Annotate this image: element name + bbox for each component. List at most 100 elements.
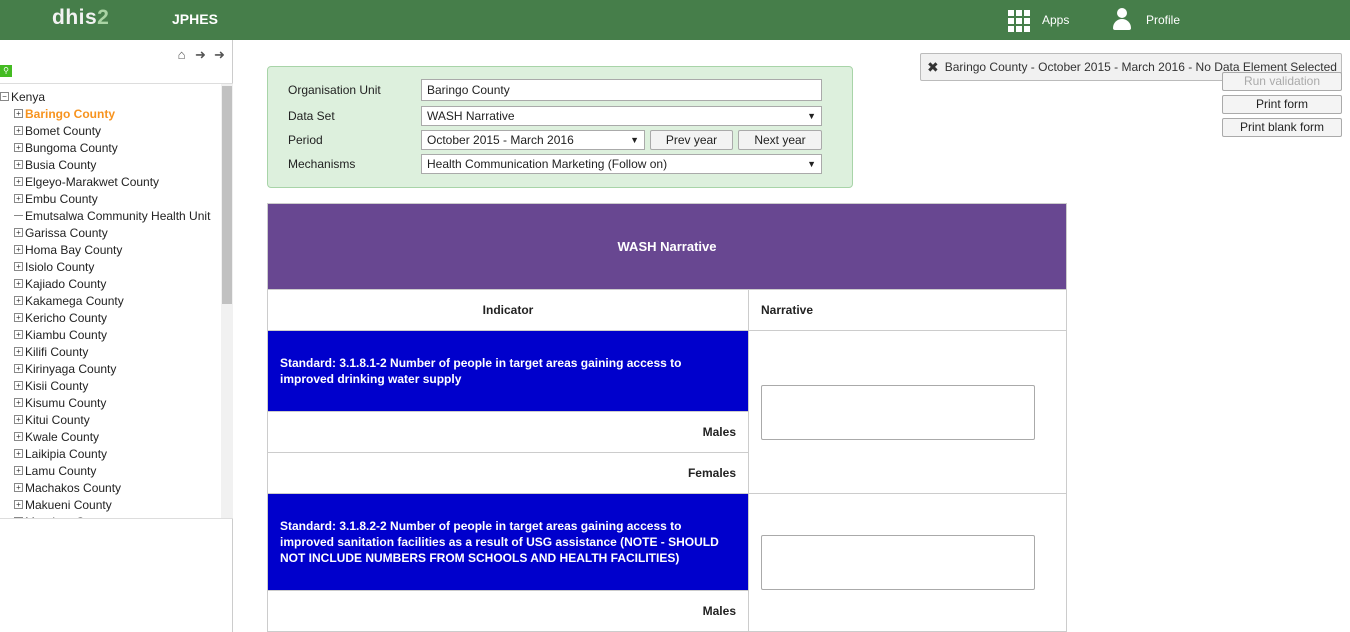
expand-icon[interactable]: + [14,364,23,373]
expand-icon[interactable]: + [14,313,23,322]
females-row-label: Females [267,452,749,494]
tree-item-label[interactable]: Kiambu County [25,328,107,342]
expand-icon[interactable]: + [14,449,23,458]
tree-item[interactable]: + Kiambu County [0,326,220,343]
mechanisms-select[interactable]: Health Communication Marketing (Follow o… [421,154,822,174]
expand-icon[interactable]: + [14,517,23,518]
tree-item-label[interactable]: Kitui County [25,413,90,427]
expand-icon[interactable]: + [14,483,23,492]
tree-item[interactable]: + Laikipia County [0,445,220,462]
tree-item-label[interactable]: Baringo County [25,107,115,121]
scroll-thumb[interactable] [222,86,232,304]
tree-item-label[interactable]: Makueni County [25,498,112,512]
collapse-icon[interactable]: − [0,92,9,101]
tree-item[interactable]: + Bungoma County [0,139,220,156]
dataset-row: Data Set WASH Narrative ▼ [288,106,822,126]
forward-arrow-icon[interactable]: ➜ [213,47,226,63]
org-unit-field[interactable]: Baringo County [421,79,822,101]
expand-icon[interactable]: + [14,160,23,169]
tree-root-label[interactable]: Kenya [11,90,45,104]
apps-menu-button[interactable]: Apps [1008,8,1069,32]
tree-item-label[interactable]: Mandera County [25,515,114,519]
expand-icon[interactable]: + [14,279,23,288]
tree-item[interactable]: + Busia County [0,156,220,173]
expand-icon[interactable]: + [14,177,23,186]
tree-item-label[interactable]: Kajiado County [25,277,106,291]
tree-item-label[interactable]: Isiolo County [25,260,94,274]
tree-item[interactable]: + Kericho County [0,309,220,326]
tree-item-label[interactable]: Bungoma County [25,141,118,155]
expand-icon[interactable]: + [14,500,23,509]
tree-item[interactable]: + Garissa County [0,224,220,241]
tree-item[interactable]: + Kitui County [0,411,220,428]
tree-item[interactable]: + Lamu County [0,462,220,479]
expand-icon[interactable]: + [14,228,23,237]
tree-item[interactable]: + Kakamega County [0,292,220,309]
expand-icon[interactable]: + [14,109,23,118]
tree-item[interactable]: + Bomet County [0,122,220,139]
run-validation-button[interactable]: Run validation [1222,72,1342,91]
tree-root-item[interactable]: − Kenya [0,88,220,105]
tree-item[interactable]: + Kisumu County [0,394,220,411]
expand-icon[interactable]: + [14,126,23,135]
tree-item-label[interactable]: Kirinyaga County [25,362,116,376]
tree-item[interactable]: +Mandera County [0,513,220,519]
expand-icon[interactable]: + [14,415,23,424]
tree-item[interactable]: + Elgeyo-Marakwet County [0,173,220,190]
narrative-textarea[interactable] [761,535,1035,590]
tree-item-label[interactable]: Emutsalwa Community Health Unit [25,209,210,223]
next-year-button[interactable]: Next year [738,130,822,150]
tree-item[interactable]: + Makueni County [0,496,220,513]
narrative-textarea[interactable] [761,384,1035,440]
expand-icon[interactable]: + [14,194,23,203]
tree-item-label[interactable]: Garissa County [25,226,108,240]
tree-item[interactable]: + Homa Bay County [0,241,220,258]
search-icon[interactable]: ⚲ [0,65,12,77]
tree-item[interactable]: + Baringo County [0,105,220,122]
tree-item[interactable]: + Kilifi County [0,343,220,360]
tree-item-label[interactable]: Kakamega County [25,294,124,308]
dataset-select[interactable]: WASH Narrative ▼ [421,106,822,126]
tree-item-label[interactable]: Embu County [25,192,98,206]
tree-item-label[interactable]: Laikipia County [25,447,107,461]
expand-icon[interactable]: + [14,398,23,407]
expand-icon[interactable]: + [14,381,23,390]
tree-item-label[interactable]: Kilifi County [25,345,88,359]
back-arrow-icon[interactable]: ➜ [194,47,207,63]
expand-icon[interactable]: + [14,347,23,356]
expand-icon[interactable]: + [14,466,23,475]
tree-item-label[interactable]: Kisii County [25,379,88,393]
prev-year-button[interactable]: Prev year [650,130,733,150]
tree-scrollbar[interactable] [221,84,233,518]
tree-item-label[interactable]: Lamu County [25,464,96,478]
expand-icon[interactable]: + [14,245,23,254]
expand-icon[interactable]: + [14,296,23,305]
close-icon[interactable]: ✖ [927,59,939,76]
profile-menu-button[interactable]: Profile [1112,8,1180,32]
dhis2-logo[interactable]: dhis2 [52,6,109,30]
tree-item-label[interactable]: Homa Bay County [25,243,122,257]
tree-item[interactable]: + Machakos County [0,479,220,496]
home-icon[interactable]: ⌂ [175,47,188,63]
tree-item-label[interactable]: Bomet County [25,124,101,138]
tree-item[interactable]: + Kisii County [0,377,220,394]
print-blank-form-button[interactable]: Print blank form [1222,118,1342,137]
expand-icon[interactable]: + [14,330,23,339]
expand-icon[interactable]: + [14,262,23,271]
expand-icon[interactable]: + [14,432,23,441]
tree-item-label[interactable]: Kwale County [25,430,99,444]
tree-item[interactable]: + Kirinyaga County [0,360,220,377]
tree-item-label[interactable]: Busia County [25,158,96,172]
tree-item[interactable]: Emutsalwa Community Health Unit [0,207,220,224]
tree-item[interactable]: + Kwale County [0,428,220,445]
period-select[interactable]: October 2015 - March 2016 ▼ [421,130,645,150]
tree-item[interactable]: + Kajiado County [0,275,220,292]
tree-item[interactable]: + Embu County [0,190,220,207]
tree-item[interactable]: + Isiolo County [0,258,220,275]
tree-item-label[interactable]: Elgeyo-Marakwet County [25,175,159,189]
print-form-button[interactable]: Print form [1222,95,1342,114]
tree-item-label[interactable]: Kericho County [25,311,107,325]
tree-item-label[interactable]: Kisumu County [25,396,106,410]
tree-item-label[interactable]: Machakos County [25,481,121,495]
expand-icon[interactable]: + [14,143,23,152]
